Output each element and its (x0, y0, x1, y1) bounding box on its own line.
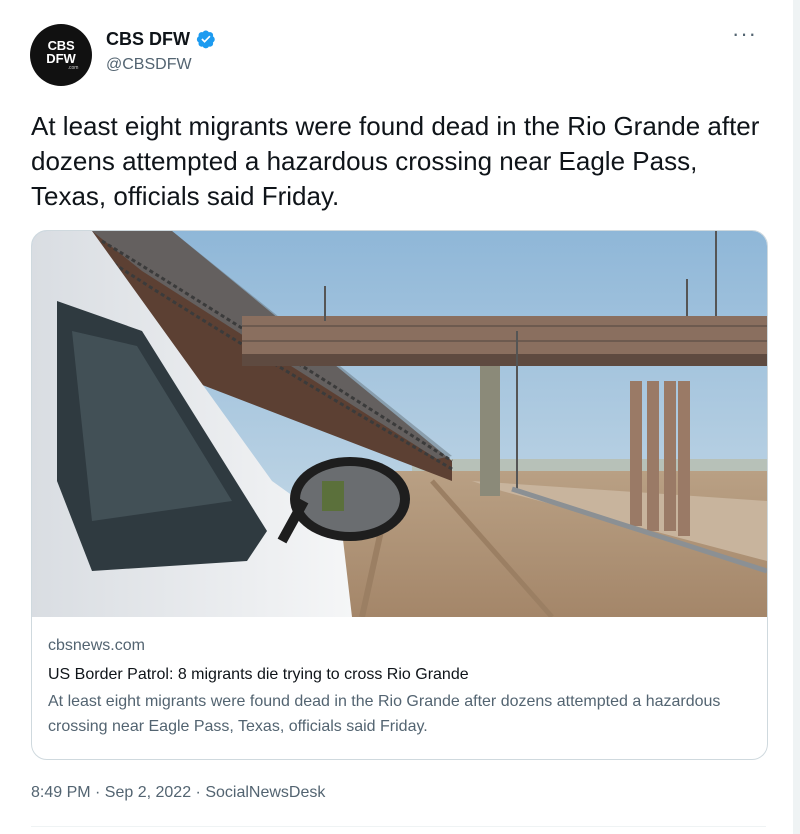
card-image[interactable] (32, 231, 767, 617)
divider (31, 826, 766, 827)
avatar[interactable]: CBS DFW .com (30, 24, 92, 86)
verified-badge-icon (196, 30, 215, 49)
card-title[interactable]: US Border Patrol: 8 migrants die trying … (48, 664, 748, 685)
tweet-timestamp[interactable]: 8:49 PM · Sep 2, 2022 · SocialNewsDesk (31, 783, 325, 803)
page-edge (793, 0, 800, 834)
card-meta: cbsnews.com US Border Patrol: 8 migrants… (48, 636, 748, 739)
avatar-text-line3: .com (67, 65, 79, 71)
card-description: At least eight migrants were found dead … (48, 693, 721, 735)
author-block: CBS DFW @CBSDFW (106, 28, 216, 75)
more-options-button[interactable]: ··· (732, 23, 757, 45)
link-card[interactable]: cbsnews.com US Border Patrol: 8 migrants… (31, 230, 768, 760)
card-domain: cbsnews.com (48, 637, 145, 654)
author-name[interactable]: CBS DFW (106, 28, 190, 50)
tweet: CBS DFW .com CBS DFW @CBSDFW ··· At leas… (0, 0, 793, 834)
avatar-text-line2: DFW (46, 51, 76, 66)
tweet-text: At least eight migrants were found dead … (31, 111, 760, 211)
author-handle[interactable]: @CBSDFW (106, 55, 216, 75)
